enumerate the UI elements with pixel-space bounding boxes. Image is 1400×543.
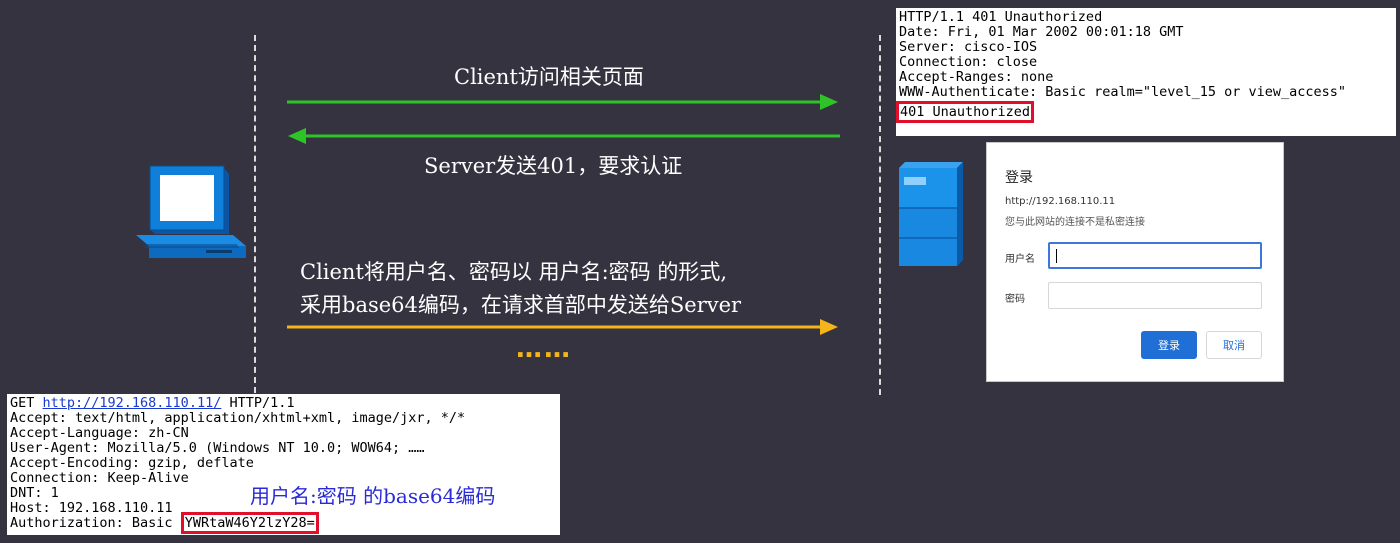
dialog-title: 登录 bbox=[1005, 170, 1033, 186]
auth-prefix: Authorization: Basic bbox=[10, 515, 181, 531]
login-button[interactable]: 登录 bbox=[1141, 331, 1197, 359]
request-arrowhead bbox=[820, 94, 838, 110]
get-method: GET bbox=[10, 395, 43, 411]
username-label: 用户名 bbox=[1005, 254, 1035, 265]
cancel-button[interactable]: 取消 bbox=[1206, 331, 1262, 359]
response-line: Server: cisco-IOS bbox=[899, 39, 1038, 55]
response-line: HTTP/1.1 401 Unauthorized bbox=[899, 9, 1103, 25]
response-line: Connection: close bbox=[899, 54, 1038, 70]
base64-annotation: 用户名:密码 的base64编码 bbox=[250, 484, 496, 508]
client-request-label: Client访问相关页面 bbox=[454, 65, 644, 89]
auth-arrowhead bbox=[820, 319, 838, 335]
response-status-highlight: 401 Unauthorized bbox=[896, 101, 1035, 123]
request-url-link[interactable]: http://192.168.110.11/ bbox=[43, 395, 222, 411]
password-label: 密码 bbox=[1005, 294, 1025, 305]
request-auth-line: Authorization: Basic YWRtaW46Y2lzY28= bbox=[10, 512, 557, 534]
http-response-box: HTTP/1.1 401 Unauthorized Date: Fri, 01 … bbox=[896, 8, 1396, 136]
dialog-warning: 您与此网站的连接不是私密连接 bbox=[1005, 217, 1145, 228]
request-header-line: User-Agent: Mozilla/5.0 (Windows NT 10.0… bbox=[10, 440, 425, 456]
http-request-box: GET http://192.168.110.11/ HTTP/1.1 Acce… bbox=[7, 394, 560, 535]
response-arrowhead bbox=[288, 128, 306, 144]
request-header-line: Accept-Language: zh-CN bbox=[10, 425, 189, 441]
login-dialog: 登录 http://192.168.110.11 您与此网站的连接不是私密连接 … bbox=[987, 143, 1283, 381]
continuation-dots: …… bbox=[516, 334, 572, 364]
request-line-get: GET http://192.168.110.11/ HTTP/1.1 bbox=[10, 396, 557, 411]
response-line: Date: Fri, 01 Mar 2002 00:01:18 GMT bbox=[899, 24, 1184, 40]
response-line: WWW-Authenticate: Basic realm="level_15 … bbox=[899, 84, 1347, 100]
password-input[interactable] bbox=[1048, 282, 1262, 309]
response-line: Accept-Ranges: none bbox=[899, 69, 1054, 85]
text-caret bbox=[1056, 249, 1057, 263]
request-header-line: Accept-Encoding: gzip, deflate bbox=[10, 455, 254, 471]
username-input[interactable] bbox=[1048, 242, 1262, 269]
client-auth-label-line2: 采用base64编码，在请求首部中发送给Server bbox=[300, 293, 742, 317]
client-auth-label-line1: Client将用户名、密码以 用户名:密码 的形式, bbox=[300, 260, 727, 284]
dialog-url: http://192.168.110.11 bbox=[1005, 196, 1116, 207]
server-response-label: Server发送401，要求认证 bbox=[424, 154, 683, 178]
request-header-line: Accept: text/html, application/xhtml+xml… bbox=[10, 410, 466, 426]
auth-value-highlight: YWRtaW46Y2lzY28= bbox=[180, 512, 319, 534]
get-version: HTTP/1.1 bbox=[221, 395, 295, 411]
